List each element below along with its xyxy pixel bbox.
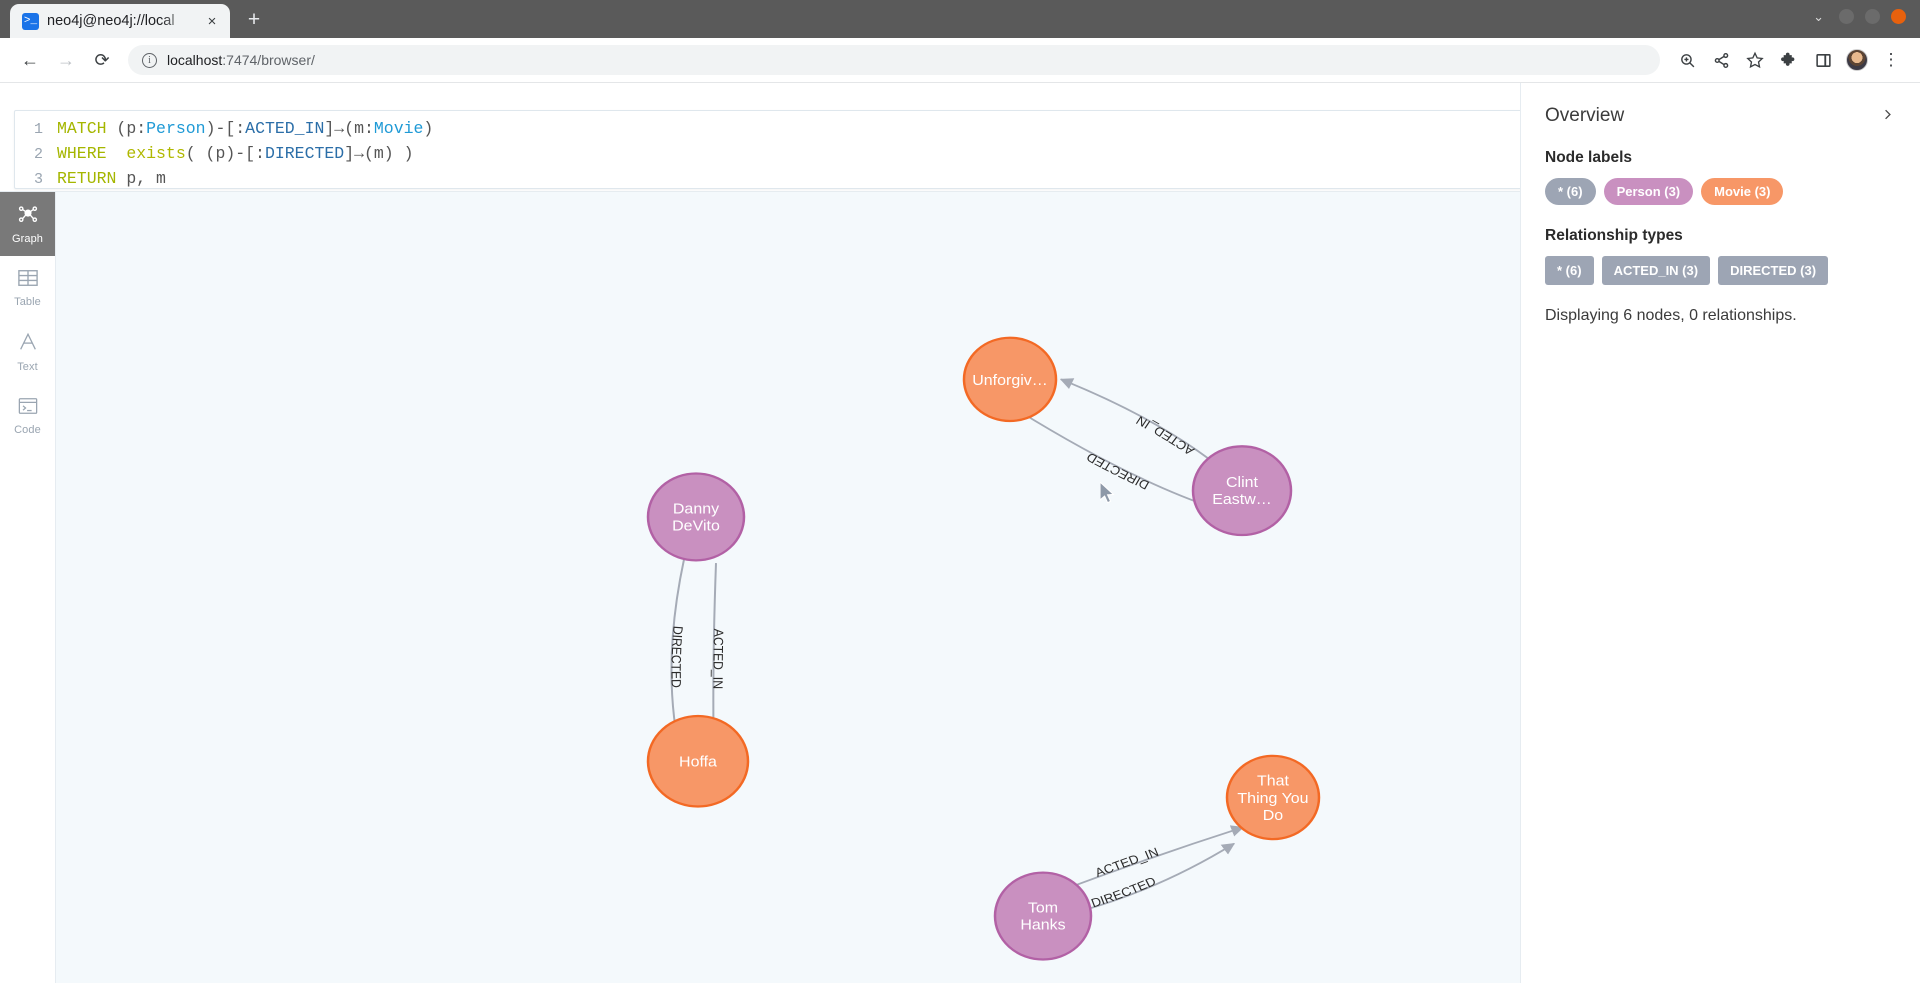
sidebar-item-code[interactable]: Code — [0, 384, 55, 448]
text-icon — [17, 331, 39, 358]
graph-node-person[interactable]: Tom Hanks — [993, 871, 1093, 961]
share-icon[interactable] — [1706, 45, 1736, 75]
sidebar-item-label: Text — [17, 361, 38, 373]
relationship-label: ACTED_IN — [710, 629, 726, 690]
line-number: 3 — [33, 171, 43, 188]
browser-chrome: >_ neo4j@neo4j://local × + ⌄ ← → ⟳ i loc… — [0, 0, 1920, 83]
browser-toolbar: ⋮ — [1672, 45, 1906, 75]
forward-button[interactable]: → — [50, 44, 82, 76]
relationship-label-text: ACTED_IN — [1133, 413, 1197, 458]
close-icon[interactable]: × — [202, 11, 222, 31]
relationship-label: DIRECTED — [1084, 450, 1152, 493]
status-badge[interactable]: * (6) — [1545, 178, 1596, 205]
site-info-icon[interactable]: i — [142, 52, 157, 68]
sidebar-item-label: Table — [14, 296, 41, 308]
node-labels-title: Node labels — [1545, 149, 1632, 166]
node-circle[interactable] — [646, 714, 750, 808]
relationship-label-text: DIRECTED — [1084, 450, 1152, 493]
node-labels-chips: * (6) Person (3) Movie (3) — [1545, 178, 1894, 205]
address-bar-url: localhost:7474/browser/ — [167, 52, 315, 68]
line-number: 2 — [33, 146, 43, 163]
code-line-text: RETURN p, m — [57, 169, 166, 188]
page-title: Overview — [1545, 105, 1625, 126]
graph-node-movie[interactable]: That Thing You Do — [1225, 754, 1321, 841]
graph-node-movie[interactable]: Hoffa — [646, 714, 750, 808]
overview-header: Overview — [1545, 105, 1894, 127]
relationship-label-text: DIRECTED — [668, 625, 686, 688]
window-maximize-button[interactable] — [1865, 9, 1880, 24]
neo4j-browser-app: 1 MATCH (p:Person)-[:ACTED_IN]→(m:Movie)… — [0, 83, 1920, 983]
status-badge[interactable]: DIRECTED (3) — [1718, 256, 1829, 285]
terminal-icon: >_ — [22, 12, 39, 30]
node-circle[interactable] — [993, 871, 1093, 961]
tab-strip: >_ neo4j@neo4j://local × + ⌄ — [0, 0, 1920, 38]
graph-node-person[interactable]: Danny DeVito — [646, 472, 746, 562]
star-icon[interactable] — [1740, 45, 1770, 75]
status-badge[interactable]: Movie (3) — [1701, 178, 1784, 205]
window-controls: ⌄ — [1813, 9, 1906, 24]
browser-menu-icon[interactable]: ⋮ — [1876, 45, 1906, 75]
url-path: :7474/browser/ — [222, 52, 315, 68]
graph-nodes: Unforgiv… Clint Eastw… Danny DeVito Hoff… — [646, 336, 1321, 961]
reload-button[interactable]: ⟳ — [86, 44, 118, 76]
sidebar-item-label: Graph — [11, 233, 44, 245]
navigation-bar: ← → ⟳ i localhost:7474/browser/ ⋮ — [0, 38, 1920, 83]
status-badge[interactable]: ACTED_IN (3) — [1601, 256, 1711, 285]
puzzle-icon[interactable] — [1774, 45, 1804, 75]
chevron-right-icon[interactable] — [1881, 107, 1894, 125]
relationship-edge[interactable] — [1014, 408, 1223, 512]
tab-title: neo4j@neo4j://local — [47, 13, 175, 29]
display-status-text: Displaying 6 nodes, 0 relationships. — [1545, 307, 1797, 324]
new-tab-button[interactable]: + — [239, 5, 269, 35]
relationship-types-title: Relationship types — [1545, 227, 1683, 244]
status-badge[interactable]: Person (3) — [1603, 178, 1694, 205]
graph-relationships — [670, 378, 1245, 926]
avatar[interactable] — [1842, 45, 1872, 75]
node-circle[interactable] — [962, 336, 1058, 423]
graph-icon — [17, 203, 39, 230]
window-close-button[interactable] — [1891, 9, 1906, 24]
overview-panel: Overview Node labels * (6) Person (3) Mo… — [1520, 83, 1920, 983]
result-view-rail: Graph Table Text Code — [0, 192, 56, 983]
node-circle[interactable] — [1191, 445, 1293, 537]
sidebar-item-label: Code — [14, 424, 41, 436]
code-line-text: WHERE exists( (p)-[:DIRECTED]→(m) ) — [57, 144, 414, 163]
line-number: 1 — [33, 121, 43, 138]
browser-tab[interactable]: >_ neo4j@neo4j://local × — [10, 4, 230, 38]
relationship-types-chips: * (6) ACTED_IN (3) DIRECTED (3) — [1545, 256, 1894, 285]
zoom-in-icon[interactable] — [1672, 45, 1702, 75]
sidebar-item-text[interactable]: Text — [0, 320, 55, 384]
chevron-down-icon[interactable]: ⌄ — [1813, 10, 1824, 23]
code-line-text: MATCH (p:Person)-[:ACTED_IN]→(m:Movie) — [57, 119, 434, 138]
status-badge[interactable]: * (6) — [1545, 256, 1594, 285]
sidebar-item-table[interactable]: Table — [0, 256, 55, 320]
code-icon — [17, 396, 39, 421]
graph-node-movie[interactable]: Unforgiv… — [962, 336, 1058, 423]
relationship-label: ACTED_IN — [1133, 413, 1197, 458]
side-panel-icon[interactable] — [1808, 45, 1838, 75]
node-circle[interactable] — [1225, 754, 1321, 841]
node-circle[interactable] — [646, 472, 746, 562]
graph-relationship-labels: ACTED_IN DIRECTED DIRECTED ACTED_IN ACTE… — [668, 413, 1197, 910]
relationship-label: DIRECTED — [668, 625, 686, 688]
graph-node-person[interactable]: Clint Eastw… — [1191, 445, 1293, 537]
window-minimize-button[interactable] — [1839, 9, 1854, 24]
address-bar[interactable]: i localhost:7474/browser/ — [128, 45, 1660, 75]
url-host: localhost — [167, 52, 223, 68]
back-button[interactable]: ← — [14, 44, 46, 76]
relationship-label-text: ACTED_IN — [710, 629, 726, 690]
table-icon — [17, 268, 39, 293]
sidebar-item-graph[interactable]: Graph — [0, 192, 55, 256]
